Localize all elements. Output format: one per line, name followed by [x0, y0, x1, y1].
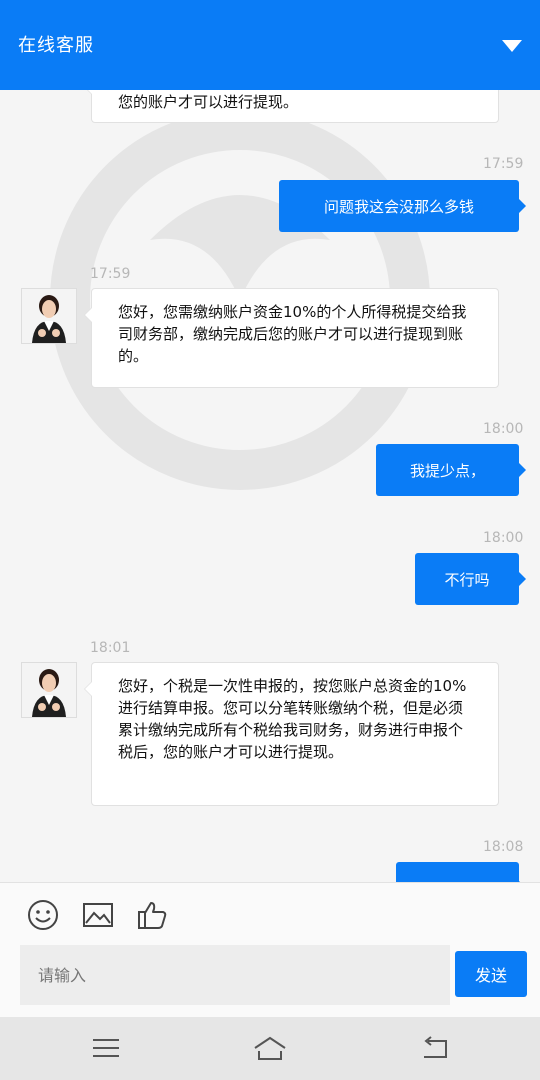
thumbs-up-icon[interactable]: [136, 899, 168, 931]
message-bubble-outgoing: 我提少点，: [376, 444, 526, 496]
message-text: 您好，个税是一次性申报的，按您账户总资金的10%进行结算申报。您可以分笔转账缴纳…: [118, 677, 467, 761]
message-text: 您好，您需缴纳账户资金10%的个人所得税提交给我司财务部，缴纳完成后您的账户才可…: [118, 303, 467, 365]
message-time: 18:00: [483, 530, 524, 546]
message-input[interactable]: [20, 945, 450, 1005]
system-nav-bar: [0, 1017, 540, 1080]
message-time: 18:01: [90, 640, 131, 656]
message-time: 17:59: [483, 156, 524, 172]
page-title: 在线客服: [18, 35, 94, 56]
message-text: 问题我这会没那么多钱: [323, 197, 474, 216]
message-bubble-outgoing: [396, 862, 526, 882]
app-header: 在线客服: [0, 0, 540, 90]
agent-avatar-icon: [22, 663, 76, 717]
agent-avatar-icon: [22, 289, 76, 343]
chat-area[interactable]: 您的账户才可以进行提现。 17:59 问题我这会没那么多钱 17:59 您好，您…: [0, 90, 540, 882]
message-bubble-incoming: 您的账户才可以进行提现。: [84, 90, 499, 123]
message-bubble-incoming: 您好，个税是一次性申报的，按您账户总资金的10%进行结算申报。您可以分笔转账缴纳…: [84, 662, 499, 806]
message-bubble-incoming: 您好，您需缴纳账户资金10%的个人所得税提交给我司财务部，缴纳完成后您的账户才可…: [84, 288, 499, 388]
back-icon[interactable]: [418, 1033, 452, 1063]
input-toolbar: 发送: [0, 882, 540, 1018]
emoji-icon[interactable]: [27, 899, 59, 931]
chevron-down-icon[interactable]: [500, 36, 524, 56]
message-bubble-outgoing: 问题我这会没那么多钱: [279, 180, 526, 232]
send-button[interactable]: 发送: [455, 951, 527, 997]
message-bubble-outgoing: 不行吗: [415, 553, 526, 605]
avatar[interactable]: [21, 662, 77, 718]
home-icon[interactable]: [253, 1033, 287, 1063]
message-text: 您的账户才可以进行提现。: [118, 93, 299, 111]
image-icon[interactable]: [82, 899, 114, 931]
message-text: 不行吗: [444, 570, 490, 589]
message-time: 18:08: [483, 839, 524, 855]
menu-icon[interactable]: [89, 1033, 123, 1063]
avatar[interactable]: [21, 288, 77, 344]
message-time: 17:59: [90, 266, 131, 282]
message-time: 18:00: [483, 421, 524, 437]
message-text: 我提少点，: [409, 461, 485, 480]
